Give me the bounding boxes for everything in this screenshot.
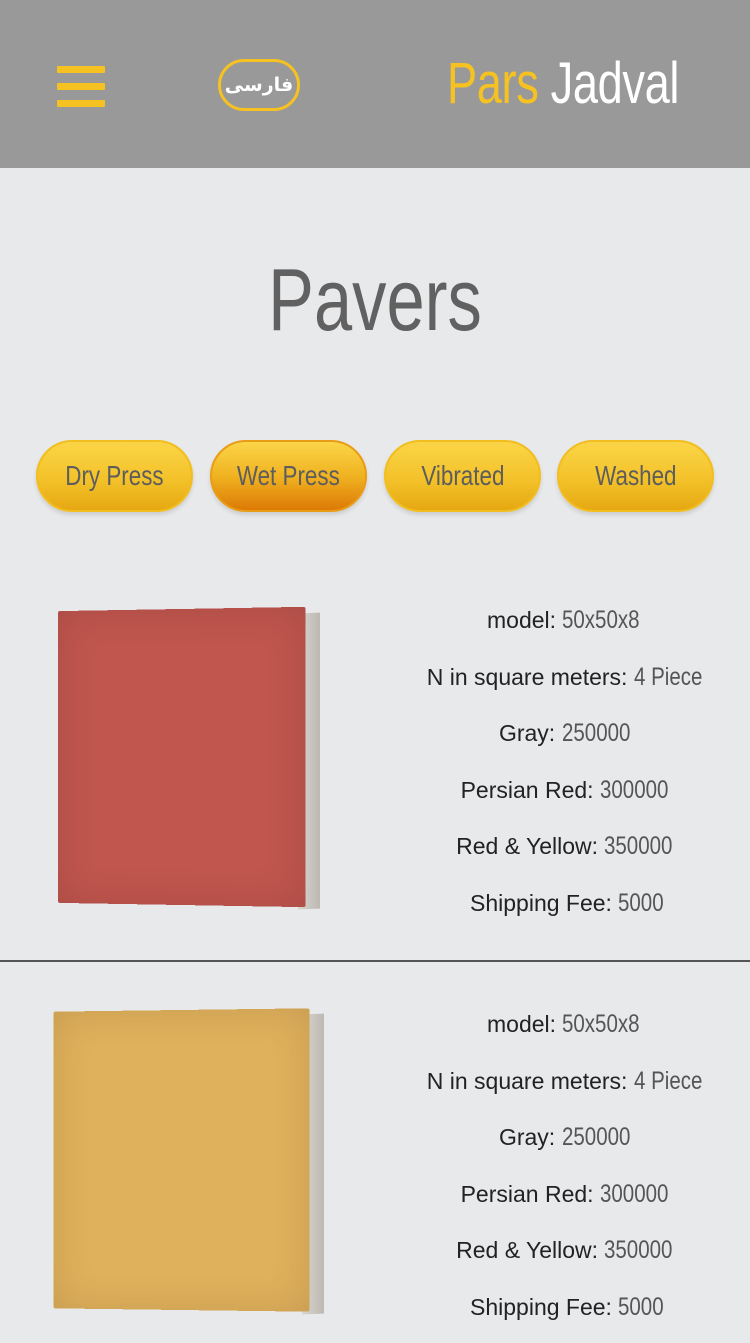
spec-persian-red-price: Persian Red: 300000: [380, 1174, 750, 1231]
tab-dry-press[interactable]: Dry Press: [36, 440, 193, 512]
product-image[interactable]: [48, 1008, 338, 1328]
spec-label: Persian Red:: [461, 1181, 594, 1207]
logo-word-jadval: Jadval: [551, 51, 679, 116]
spec-gray-price: Gray: 250000: [380, 713, 750, 770]
spec-pieces-per-sqm: N in square meters: 4 Piece: [380, 657, 750, 714]
spec-shipping-fee: Shipping Fee: 5000: [380, 883, 750, 940]
spec-red-yellow-price: Red & Yellow: 350000: [380, 1230, 750, 1287]
spec-persian-red-price: Persian Red: 300000: [380, 770, 750, 827]
spec-value: 250000: [562, 713, 630, 753]
product-card: model: 50x50x8 N in square meters: 4 Pie…: [0, 560, 750, 962]
hamburger-bar: [57, 83, 105, 90]
spec-value: 5000: [618, 883, 664, 923]
spec-pieces-per-sqm: N in square meters: 4 Piece: [380, 1061, 750, 1118]
spec-value: 4 Piece: [634, 1061, 702, 1101]
spec-value: 50x50x8: [562, 600, 640, 640]
product-card: model: 50x50x8 N in square meters: 4 Pie…: [0, 964, 750, 1334]
hamburger-icon[interactable]: [57, 66, 105, 108]
spec-gray-price: Gray: 250000: [380, 1117, 750, 1174]
tab-wet-press[interactable]: Wet Press: [210, 440, 367, 512]
tile-face: [54, 1008, 310, 1311]
spec-value: 4 Piece: [634, 657, 702, 697]
product-specs: model: 50x50x8 N in square meters: 4 Pie…: [380, 600, 750, 939]
spec-value: 300000: [600, 770, 668, 810]
product-image[interactable]: [48, 605, 338, 925]
spec-shipping-fee: Shipping Fee: 5000: [380, 1287, 750, 1343]
spec-label: N in square meters:: [427, 664, 628, 690]
spec-label: Shipping Fee:: [470, 890, 612, 916]
spec-label: model:: [487, 607, 556, 633]
spec-model: model: 50x50x8: [380, 1004, 750, 1061]
spec-label: model:: [487, 1011, 556, 1037]
spec-label: Shipping Fee:: [470, 1294, 612, 1320]
spec-label: Gray:: [499, 1124, 555, 1150]
spec-value: 350000: [604, 1230, 672, 1270]
product-specs: model: 50x50x8 N in square meters: 4 Pie…: [380, 1004, 750, 1343]
spec-red-yellow-price: Red & Yellow: 350000: [380, 826, 750, 883]
spec-label: Red & Yellow:: [456, 1237, 598, 1263]
tab-label: Dry Press: [65, 460, 163, 492]
spec-value: 300000: [600, 1174, 668, 1214]
tab-washed[interactable]: Washed: [557, 440, 714, 512]
tile-face: [58, 607, 305, 907]
site-logo[interactable]: Pars Jadval: [447, 48, 679, 120]
hamburger-bar: [57, 66, 105, 73]
spec-value: 350000: [604, 826, 672, 866]
spec-label: Gray:: [499, 720, 555, 746]
hamburger-bar: [57, 100, 105, 107]
spec-label: N in square meters:: [427, 1068, 628, 1094]
logo-word-pars: Pars: [447, 51, 538, 116]
spec-label: Persian Red:: [461, 777, 594, 803]
tab-label: Washed: [595, 460, 676, 492]
spec-value: 250000: [562, 1117, 630, 1157]
spec-model: model: 50x50x8: [380, 600, 750, 657]
tab-label: Wet Press: [237, 460, 340, 492]
language-switch-button[interactable]: فارسی: [218, 59, 300, 111]
tab-vibrated[interactable]: Vibrated: [384, 440, 541, 512]
top-header: فارسی Pars Jadval: [0, 0, 750, 168]
spec-label: Red & Yellow:: [456, 833, 598, 859]
page-title: Pavers: [83, 250, 668, 350]
spec-value: 5000: [618, 1287, 664, 1327]
tab-label: Vibrated: [421, 460, 504, 492]
spec-value: 50x50x8: [562, 1004, 640, 1044]
category-tabs: Dry Press Wet Press Vibrated Washed: [0, 440, 750, 512]
